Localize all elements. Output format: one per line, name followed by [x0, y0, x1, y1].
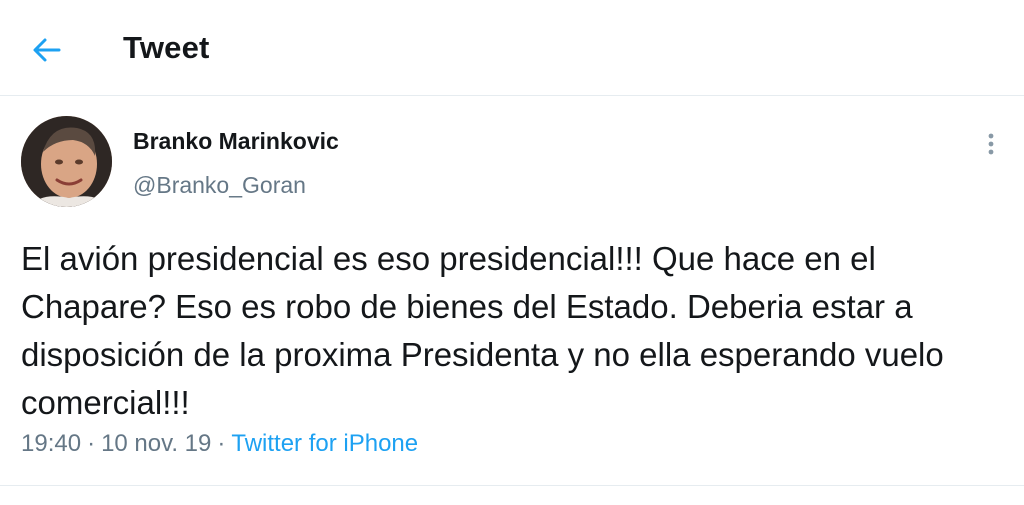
back-button[interactable] — [22, 28, 72, 72]
divider — [0, 485, 1024, 486]
meta-separator: · — [87, 430, 96, 457]
avatar[interactable] — [21, 116, 112, 207]
author-handle[interactable]: @Branko_Goran — [133, 172, 306, 199]
meta-separator: · — [217, 430, 226, 457]
more-vertical-icon — [988, 133, 994, 155]
arrow-left-icon — [33, 38, 61, 62]
tweet-date: 10 nov. 19 — [101, 430, 212, 457]
tweet-card: Branko Marinkovic @Branko_Goran El avión… — [0, 97, 1024, 485]
more-options-button[interactable] — [976, 129, 1006, 159]
tweet-text: El avión presidencial es eso presidencia… — [21, 240, 944, 421]
top-bar: Tweet — [0, 0, 1024, 96]
author-name[interactable]: Branko Marinkovic — [133, 128, 339, 155]
tweet-metadata: 19:40 · 10 nov. 19 · Twitter for iPhone — [21, 430, 418, 458]
tweet-time: 19:40 — [21, 430, 82, 457]
page-title: Tweet — [123, 30, 210, 65]
tweet-source-link[interactable]: Twitter for iPhone — [231, 430, 418, 457]
